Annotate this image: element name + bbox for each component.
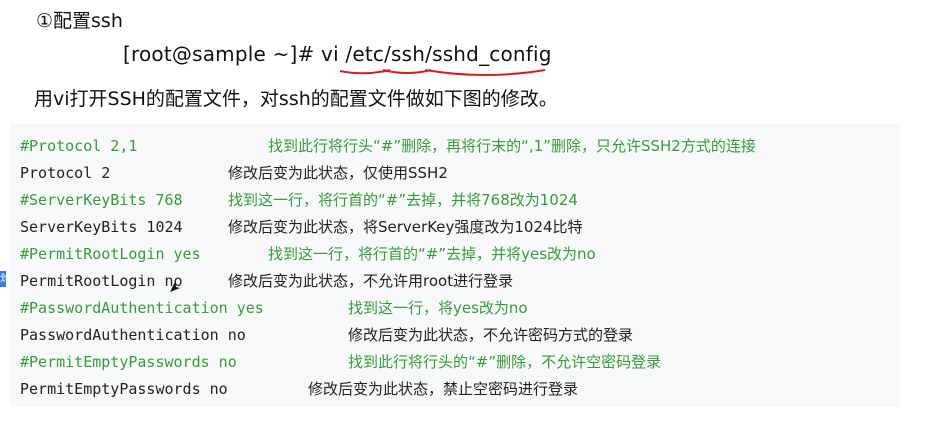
code-line: PasswordAuthentication no 修改后变为此状态，不允许密码… [20, 324, 633, 346]
code-line: #PasswordAuthentication yes 找到这一行，将yes改为… [20, 297, 528, 319]
code-line: #PermitRootLogin yes 找到这一行，将行首的“#”去掉，并将y… [20, 243, 596, 265]
code-line: #PermitEmptyPasswords no 找到此行将行头的“#”删除，不… [20, 351, 661, 373]
shell-command: [root@sample ~]# vi /etc/ssh/sshd_config [123, 42, 552, 66]
instruction-text: 用vi打开SSH的配置文件，对ssh的配置文件做如下图的修改。 [34, 88, 558, 110]
code-text: #PasswordAuthentication yes [20, 299, 264, 317]
code-text: #PermitRootLogin yes [20, 245, 201, 263]
mouse-cursor-icon [170, 282, 180, 292]
line-note: 修改后变为此状态，不允许密码方式的登录 [348, 326, 634, 344]
line-note: 修改后变为此状态，将ServerKey强度改为1024比特 [228, 218, 583, 236]
code-text: PasswordAuthentication no [20, 326, 246, 344]
line-note: 修改后变为此状态，禁止空密码进行登录 [308, 380, 579, 398]
code-text: PermitRootLogin no [20, 272, 183, 290]
red-underline-sshd-config [424, 69, 546, 76]
line-note: 修改后变为此状态，仅使用SSH2 [228, 164, 448, 182]
line-note: 找到这一行，将行首的“#”去掉，并将768改为1024 [228, 191, 578, 209]
code-line: PermitEmptyPasswords no 修改后变为此状态，禁止空密码进行… [20, 378, 578, 400]
line-note: 找到此行将行头的“#”删除，不允许空密码登录 [348, 353, 662, 371]
code-line: Protocol 2 修改后变为此状态，仅使用SSH2 [20, 162, 448, 184]
code-text: #Protocol 2,1 [20, 137, 138, 155]
code-line: #Protocol 2,1 找到此行将行头“#”删除，再将行末的“,1”删除，只… [20, 135, 756, 157]
line-note: 找到这一行，将行首的“#”去掉，并将yes改为no [268, 245, 596, 263]
line-note: 找到此行将行头“#”删除，再将行末的“,1”删除，只允许SSH2方式的连接 [268, 137, 756, 155]
code-line: ServerKeyBits 1024 修改后变为此状态，将ServerKey强度… [20, 216, 583, 238]
code-text: #ServerKeyBits 768 [20, 191, 183, 209]
code-text: ServerKeyBits 1024 [20, 218, 183, 236]
code-text: PermitEmptyPasswords no [20, 380, 228, 398]
code-text: Protocol 2 [20, 164, 111, 182]
code-line: PermitRootLogin no 修改后变为此状态，不允许用root进行登录 [20, 270, 513, 292]
line-note: 修改后变为此状态，不允许用root进行登录 [228, 272, 514, 290]
red-underline-ssh [382, 69, 432, 74]
config-code-block: #Protocol 2,1 找到此行将行头“#”删除，再将行末的“,1”删除，只… [10, 124, 900, 407]
side-tab[interactable]: 划 [0, 271, 6, 287]
red-underline-etc [339, 69, 391, 75]
code-text: #PermitEmptyPasswords no [20, 353, 237, 371]
line-note: 找到这一行，将yes改为no [348, 299, 528, 317]
step-heading: ①配置ssh [36, 10, 123, 32]
code-line: #ServerKeyBits 768 找到这一行，将行首的“#”去掉，并将768… [20, 189, 578, 211]
